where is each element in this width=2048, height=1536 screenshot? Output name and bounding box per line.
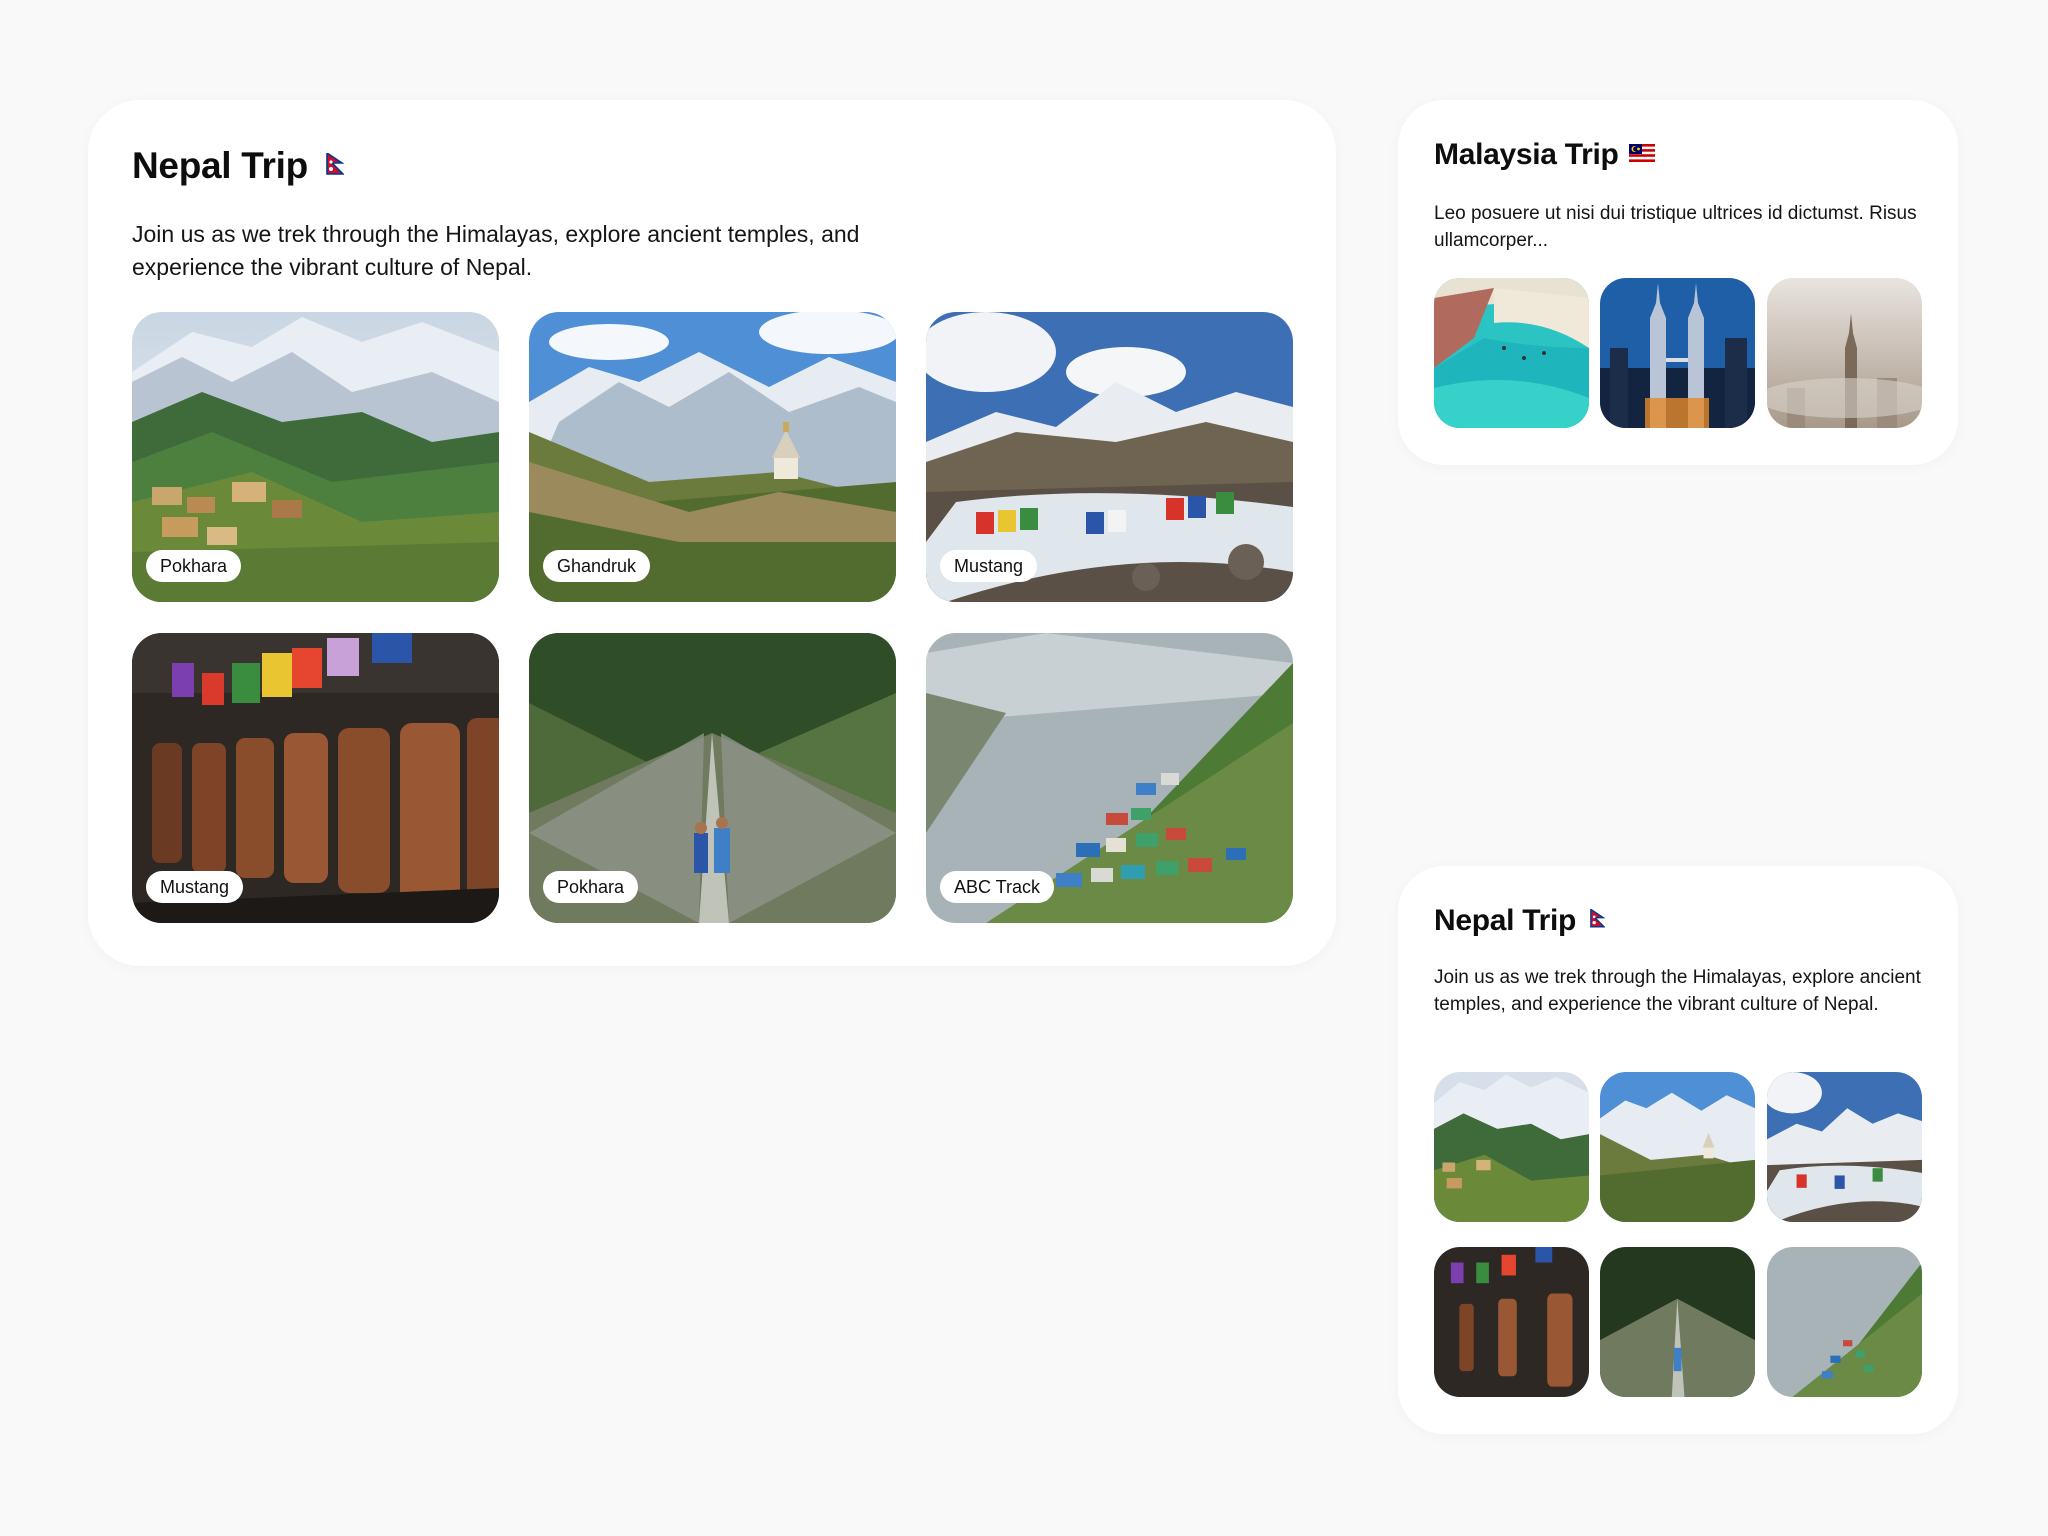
- location-tag: Pokhara: [543, 871, 639, 903]
- prayer-wheels-photo: [1434, 1247, 1589, 1397]
- photo-tile[interactable]: Mustang: [132, 633, 499, 923]
- hillside-town-photo: [1767, 1247, 1922, 1397]
- photo-thumbnail[interactable]: [1600, 1072, 1755, 1222]
- nepal-flag-icon: [326, 151, 345, 180]
- card-header: Nepal Trip: [132, 145, 345, 187]
- photo-thumbnail[interactable]: [1434, 1072, 1589, 1222]
- card-title: Nepal Trip: [132, 145, 308, 186]
- nepal-trip-card-compact[interactable]: Nepal Trip Join us as we trek through th…: [1398, 866, 1958, 1434]
- photo-tile[interactable]: Ghandruk: [529, 312, 896, 602]
- river-prayer-flags-photo: [1767, 1072, 1922, 1222]
- tropical-beach-photo: [1434, 278, 1589, 428]
- photo-thumbnail[interactable]: [1434, 278, 1589, 428]
- card-header: Malaysia Trip: [1434, 138, 1655, 172]
- mountain-village-photo: [1434, 1072, 1589, 1222]
- card-title: Malaysia Trip: [1434, 138, 1619, 171]
- location-tag: Mustang: [146, 871, 244, 903]
- card-title: Nepal Trip: [1434, 904, 1577, 937]
- photo-thumbnail[interactable]: [1767, 1072, 1922, 1222]
- city-fog-photo: [1767, 278, 1922, 428]
- mountain-stupa-photo: [1600, 1072, 1755, 1222]
- card-header: Nepal Trip: [1434, 904, 1606, 938]
- photo-thumbnail[interactable]: [1600, 1247, 1755, 1397]
- photo-thumbnail[interactable]: [1434, 1247, 1589, 1397]
- card-description: Join us as we trek through the Himalayas…: [1434, 967, 1921, 1015]
- nepal-flag-icon: [1590, 908, 1606, 933]
- photo-thumbnail[interactable]: [1767, 1247, 1922, 1397]
- twin-towers-night-photo: [1600, 278, 1755, 428]
- nepal-trip-card[interactable]: Nepal Trip Join us as we trek through th…: [88, 100, 1336, 966]
- location-tag: Mustang: [940, 550, 1038, 582]
- photo-tile[interactable]: Pokhara: [132, 312, 499, 602]
- location-tag: ABC Track: [940, 871, 1055, 903]
- photo-thumbnail[interactable]: [1600, 278, 1755, 428]
- malaysia-trip-card[interactable]: Malaysia Trip Leo posuere ut nisi dui tr…: [1398, 100, 1958, 465]
- photo-tile[interactable]: Mustang: [926, 312, 1293, 602]
- malaysia-flag-icon: [1628, 143, 1655, 167]
- card-description: Join us as we trek through the Himalayas…: [132, 221, 860, 280]
- photo-tile[interactable]: Pokhara: [529, 633, 896, 923]
- photo-tile[interactable]: ABC Track: [926, 633, 1293, 923]
- location-tag: Ghandruk: [543, 550, 651, 582]
- card-description: Leo posuere ut nisi dui tristique ultric…: [1434, 203, 1917, 251]
- photo-thumbnail[interactable]: [1767, 278, 1922, 428]
- location-tag: Pokhara: [146, 550, 242, 582]
- suspension-bridge-photo: [1600, 1247, 1755, 1397]
